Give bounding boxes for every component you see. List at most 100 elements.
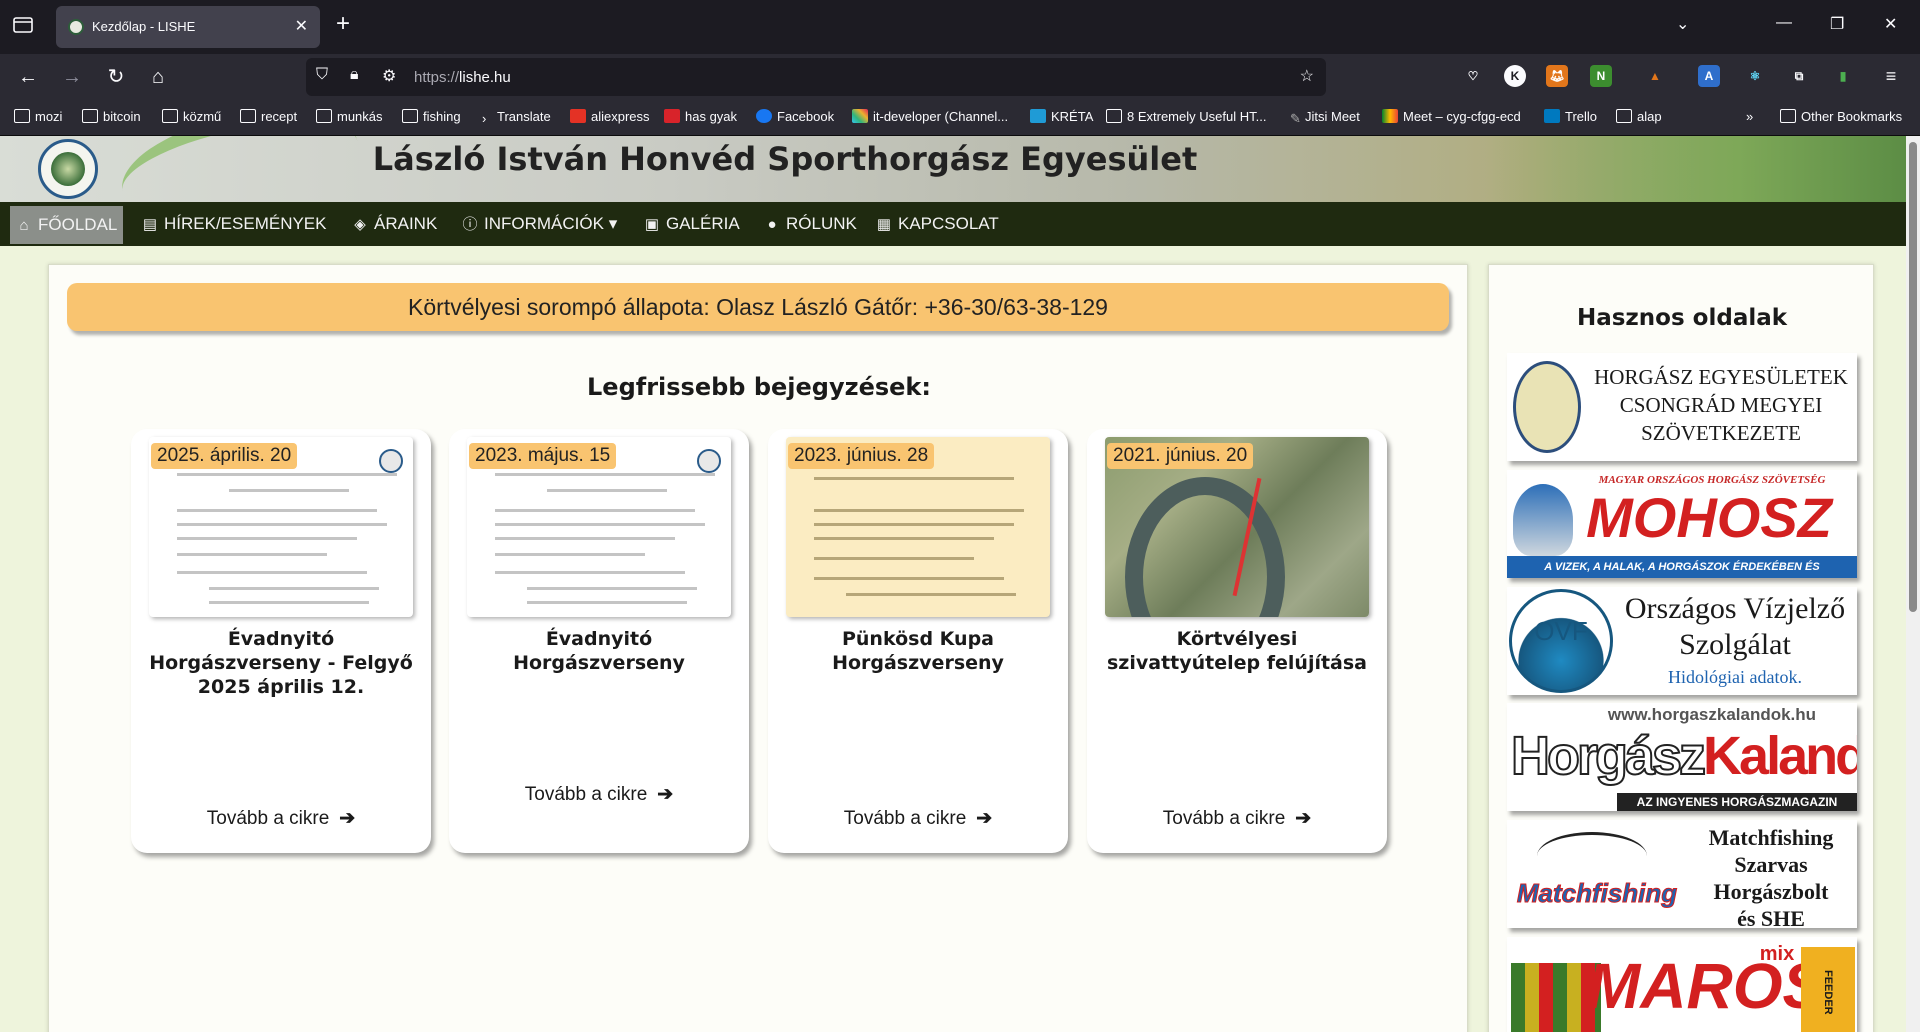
- bookmark-kreta[interactable]: KRÉTA: [1030, 109, 1093, 124]
- folder-icon: [1616, 109, 1632, 123]
- tab-overflow-chevron-icon[interactable]: ⌄: [1676, 14, 1689, 34]
- minimize-icon[interactable]: —: [1776, 14, 1792, 32]
- bookmark-jitsi[interactable]: ✎ Jitsi Meet: [1290, 109, 1360, 126]
- arrow-right-icon: ➔: [657, 784, 674, 805]
- link-banner-ovf[interactable]: OVF Országos Vízjelző Szolgálat Hidológi…: [1507, 587, 1857, 695]
- checkbox-icon: [1106, 109, 1122, 123]
- metamask-icon[interactable]: 🦊︎: [1546, 65, 1568, 87]
- mohosz-slogan: A VIZEK, A HALAK, A HORGÁSZOK ÉRDEKÉBEN …: [1507, 556, 1857, 578]
- bookmark-trello[interactable]: Trello: [1544, 109, 1597, 124]
- app-menu-icon[interactable]: ≡: [1880, 65, 1902, 87]
- read-more-link[interactable]: Tovább a cikre ➔: [131, 807, 431, 830]
- read-more-link[interactable]: Tovább a cikre ➔: [1087, 807, 1387, 830]
- doc-line: [495, 537, 675, 540]
- home-icon: ⌂: [19, 217, 29, 234]
- link-banner-maros-mix[interactable]: MAROS mix FEEDER: [1507, 937, 1857, 1032]
- post-date: 2023. június. 28: [788, 443, 935, 469]
- doc-line: [177, 523, 387, 526]
- link-banner-horgaszkalandok[interactable]: www.horgaszkalandok.hu HorgászKalandok A…: [1507, 703, 1857, 811]
- k-extension-icon[interactable]: K: [1504, 65, 1526, 87]
- nav-contact[interactable]: ▦ KAPCSOLAT: [876, 202, 999, 246]
- post-title[interactable]: Pünkösd Kupa Horgászverseny: [778, 627, 1058, 675]
- extensions-icon[interactable]: ⧉: [1788, 65, 1810, 87]
- doc-line: [209, 601, 369, 604]
- folder-icon: [316, 109, 332, 123]
- bookmark-folder-bitcoin[interactable]: bitcoin: [82, 109, 141, 124]
- reload-icon[interactable]: ↻: [104, 65, 128, 89]
- newspaper-icon: ▤: [142, 216, 158, 233]
- bookmark-has-gyak[interactable]: has gyak: [664, 109, 737, 124]
- bookmark-folder-mozi[interactable]: mozi: [14, 109, 62, 124]
- tab-list-icon[interactable]: [12, 14, 36, 38]
- link-banner-csongrad[interactable]: HORGÁSZ EGYESÜLETEK CSONGRÁD MEGYEI SZÖV…: [1507, 353, 1857, 461]
- trello-icon: [1544, 109, 1560, 123]
- read-more-link[interactable]: Tovább a cikre ➔: [449, 783, 749, 806]
- home-icon[interactable]: ⌂: [146, 65, 170, 89]
- pocket-icon[interactable]: ♡: [1462, 65, 1484, 87]
- bookmark-folder-kozmu[interactable]: közmű: [162, 109, 221, 124]
- link-banner-matchfishing[interactable]: Matchfishing Matchfishing Szarvas Horgás…: [1507, 820, 1857, 928]
- matchfishing-text: Matchfishing Szarvas Horgászbolt és SHE: [1687, 824, 1855, 928]
- nav-news-events[interactable]: ▤ HÍREK/ESEMÉNYEK: [142, 202, 327, 246]
- nav-about[interactable]: ● RÓLUNK: [764, 202, 856, 246]
- new-tab-icon[interactable]: +: [336, 12, 350, 36]
- url-text[interactable]: https://lishe.hu: [414, 69, 511, 86]
- post-title[interactable]: Évadnyitó Horgászverseny: [459, 627, 739, 675]
- doc-line: [495, 523, 705, 526]
- forward-icon[interactable]: →: [60, 65, 84, 89]
- shield-icon[interactable]: ⛉: [316, 66, 328, 84]
- nav-home[interactable]: ⌂ FŐOLDAL: [10, 206, 124, 244]
- bookmark-folder-recept[interactable]: recept: [240, 109, 297, 124]
- url-bar[interactable]: ⛉ 🔒︎ ⚙ https://lishe.hu ☆: [306, 58, 1326, 96]
- post-card[interactable]: 2025. április. 20 Évadnyitó Horgászverse…: [131, 429, 431, 853]
- tab-title: Kezdőlap - LISHE: [92, 19, 196, 34]
- post-title[interactable]: Évadnyitó Horgászverseny - Felgyő 2025 á…: [141, 627, 421, 699]
- stats-extension-icon[interactable]: ▮: [1832, 65, 1854, 87]
- translate-extension-icon[interactable]: A: [1698, 65, 1720, 87]
- bookmarks-overflow-icon[interactable]: »: [1746, 109, 1753, 124]
- csongrad-text: HORGÁSZ EGYESÜLETEK CSONGRÁD MEGYEI SZÖV…: [1587, 363, 1855, 447]
- restore-icon[interactable]: ❐: [1830, 14, 1844, 34]
- nav-prices[interactable]: ◈ ÁRAINK: [352, 202, 437, 246]
- bookmark-useful-html[interactable]: 8 Extremely Useful HT...: [1106, 109, 1266, 124]
- bookmark-folder-alap[interactable]: alap: [1616, 109, 1662, 124]
- doc-line: [177, 571, 367, 574]
- nav-gallery[interactable]: ▣ GALÉRIA: [644, 202, 740, 246]
- bookmark-aliexpress[interactable]: aliexpress: [570, 109, 650, 124]
- nan-extension-icon[interactable]: N: [1590, 65, 1612, 87]
- link-banner-mohosz[interactable]: MAGYAR ORSZÁGOS HORGÁSZ SZÖVETSÉG MOHOSZ…: [1507, 470, 1857, 578]
- bookmark-star-icon[interactable]: ☆: [1300, 66, 1314, 86]
- folder-icon: [14, 109, 30, 123]
- bookmark-facebook[interactable]: Facebook: [756, 109, 834, 124]
- flame-extension-icon[interactable]: ▲: [1644, 65, 1666, 87]
- permissions-icon[interactable]: ⚙: [382, 66, 396, 86]
- doc-line: [527, 587, 697, 590]
- read-more-link[interactable]: Tovább a cikre ➔: [768, 807, 1068, 830]
- bookmark-folder-munkas[interactable]: munkás: [316, 109, 383, 124]
- tab-close-icon[interactable]: ✕: [295, 16, 308, 36]
- post-card[interactable]: 2023. június. 28 Pünkösd Kupa Horgászver…: [768, 429, 1068, 853]
- back-icon[interactable]: ←: [16, 65, 40, 89]
- scrollbar-thumb[interactable]: [1909, 142, 1917, 612]
- folder-icon: [240, 109, 256, 123]
- browser-tab-active[interactable]: Kezdőlap - LISHE ✕: [56, 6, 320, 48]
- bookmark-translate[interactable]: › Translate: [482, 109, 551, 126]
- window-close-icon[interactable]: ✕: [1884, 14, 1897, 34]
- ovf-line2: Szolgálat: [1679, 628, 1791, 661]
- post-title[interactable]: Körtvélyesi szivattyútelep felújítása: [1097, 627, 1377, 675]
- bookmark-it-developer[interactable]: it-developer (Channel...: [852, 109, 1008, 124]
- jitsi-icon: ✎: [1290, 111, 1301, 126]
- page-scrollbar[interactable]: [1906, 136, 1920, 1032]
- matchfishing-line4: és SHE: [1737, 906, 1805, 928]
- nav-information[interactable]: ⓘ INFORMÁCIÓK ▾: [462, 202, 617, 246]
- doc-line: [495, 571, 685, 574]
- post-card[interactable]: 2021. június. 20 Körtvélyesi szivattyúte…: [1087, 429, 1387, 853]
- react-devtools-icon[interactable]: ⚛: [1744, 65, 1766, 87]
- bookmark-meet[interactable]: Meet – cyg-cfgg-ecd: [1382, 109, 1521, 124]
- other-bookmarks[interactable]: Other Bookmarks: [1780, 109, 1902, 124]
- bookmark-folder-fishing[interactable]: fishing: [402, 109, 461, 124]
- arrow-right-icon: ➔: [976, 808, 993, 829]
- post-card[interactable]: 2023. május. 15 Évadnyitó Horgászverseny…: [449, 429, 749, 853]
- lock-icon[interactable]: 🔒︎: [350, 66, 359, 84]
- m-site-icon: [664, 109, 680, 123]
